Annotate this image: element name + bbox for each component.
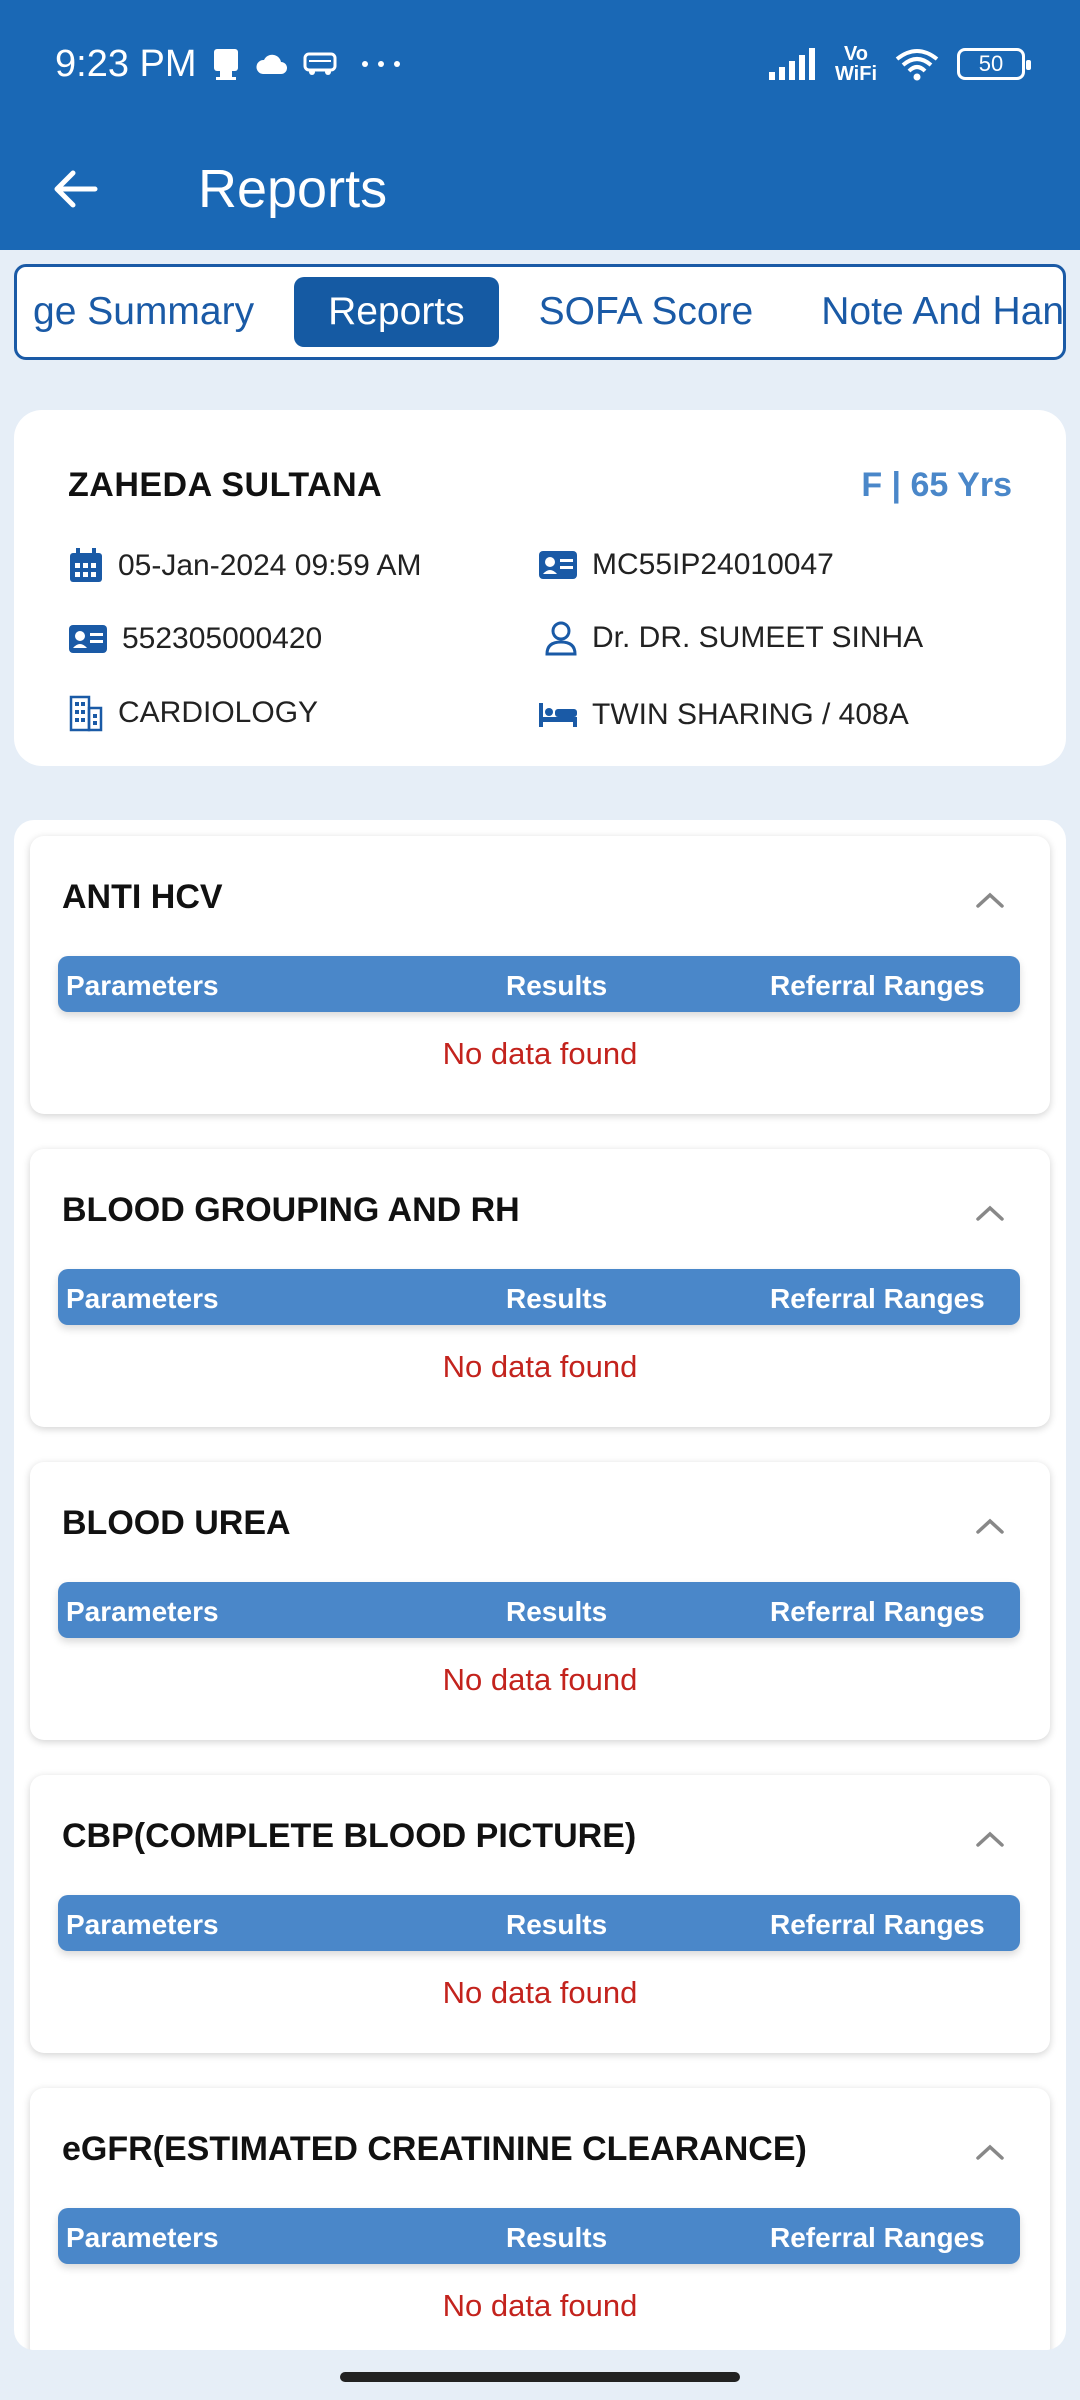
tab-note-and-handover[interactable]: Note And Hand [787,277,1063,347]
id-card-icon [69,625,107,653]
column-referral-ranges: Referral Ranges [770,1283,985,1314]
ip-number-field: MC55IP24010047 [538,548,834,582]
column-results: Results [506,1596,608,1627]
wifi-icon [895,47,939,81]
report-card-blood-urea: BLOOD UREA Parameters Results Referral R… [30,1462,1050,1740]
back-button[interactable] [30,144,120,234]
column-parameters: Parameters [66,1283,219,1314]
home-indicator[interactable] [340,2372,740,2382]
table-header: Parameters Results Referral Ranges [58,1895,1020,1951]
collapse-chevron-up-icon[interactable] [970,2132,1010,2172]
report-title: eGFR(ESTIMATED CREATININE CLEARANCE) [62,2130,807,2168]
status-bar: 9:23 PM Vo WiFi 50 [0,0,1080,128]
collapse-chevron-up-icon[interactable] [970,1193,1010,1233]
column-results: Results [506,970,608,1001]
tab-bar: ge Summary Reports SOFA Score Note And H… [14,264,1066,360]
bed-icon [539,703,577,727]
tab-reports[interactable]: Reports [294,277,499,347]
uhid-field: 552305000420 [68,622,322,656]
column-results: Results [506,2222,608,2253]
department-field: CARDIOLOGY [68,694,318,732]
tab-discharge-summary[interactable]: ge Summary [17,277,288,347]
column-referral-ranges: Referral Ranges [770,1596,985,1627]
patient-gender-age: F | 65 Yrs [861,466,1012,504]
column-parameters: Parameters [66,970,219,1001]
uhid: 552305000420 [122,622,323,655]
more-dots-icon [361,60,401,68]
collapse-chevron-up-icon[interactable] [970,1819,1010,1859]
patient-info-card: ZAHEDA SULTANA F | 65 Yrs 05-Jan-2024 09… [14,410,1066,766]
patient-name: ZAHEDA SULTANA [68,466,383,504]
bed-field: TWIN SHARING / 408A [538,698,909,732]
collapse-chevron-up-icon[interactable] [970,880,1010,920]
reports-list: ANTI HCV Parameters Results Referral Ran… [14,820,1066,2350]
column-parameters: Parameters [66,1909,219,1940]
signal-icon [768,48,817,80]
table-header: Parameters Results Referral Ranges [58,2208,1020,2264]
column-referral-ranges: Referral Ranges [770,1909,985,1940]
table-header: Parameters Results Referral Ranges [58,1582,1020,1638]
back-arrow-icon [54,170,98,208]
app-bar: Reports [0,128,1080,250]
bus-icon [303,51,337,77]
battery-icon: 50 [957,48,1031,80]
report-card-blood-grouping: BLOOD GROUPING AND RH Parameters Results… [30,1149,1050,1427]
page-title: Reports [198,159,388,219]
empty-state: No data found [442,1036,638,1071]
report-title: CBP(COMPLETE BLOOD PICTURE) [62,1817,637,1855]
admit-date-field: 05-Jan-2024 09:59 AM [68,548,422,584]
column-parameters: Parameters [66,1596,219,1627]
column-referral-ranges: Referral Ranges [770,2222,985,2253]
column-parameters: Parameters [66,2222,219,2253]
empty-state: No data found [442,1662,638,1697]
report-card-anti-hcv: ANTI HCV Parameters Results Referral Ran… [30,836,1050,1114]
column-results: Results [506,1283,608,1314]
hospital-building-icon [69,695,103,732]
tab-sofa-score[interactable]: SOFA Score [505,277,788,347]
report-card-cbp: CBP(COMPLETE BLOOD PICTURE) Parameters R… [30,1775,1050,2053]
person-icon [545,621,577,656]
report-title: BLOOD UREA [62,1504,291,1542]
cloud-icon [255,52,289,76]
bed: TWIN SHARING / 408A [592,698,909,731]
table-header: Parameters Results Referral Ranges [58,1269,1020,1325]
report-title: BLOOD GROUPING AND RH [62,1191,520,1229]
vowifi-indicator: Vo WiFi [834,43,877,85]
id-card-icon [539,551,577,579]
status-time: 9:23 PM [55,42,197,85]
report-card-egfr: eGFR(ESTIMATED CREATININE CLEARANCE) Par… [30,2088,1050,2350]
collapse-chevron-up-icon[interactable] [970,1506,1010,1546]
column-results: Results [506,1909,608,1940]
empty-state: No data found [442,2288,638,2323]
empty-state: No data found [442,1349,638,1384]
table-header: Parameters Results Referral Ranges [58,956,1020,1012]
department: CARDIOLOGY [118,696,319,729]
calendar-icon [70,548,102,582]
top-app-bar: 9:23 PM Vo WiFi 50 Reports [0,0,1080,250]
ip-number: MC55IP24010047 [592,548,834,581]
empty-state: No data found [442,1975,638,2010]
column-referral-ranges: Referral Ranges [770,970,985,1001]
doctor-name: Dr. DR. SUMEET SINHA [592,621,924,654]
report-title: ANTI HCV [62,878,223,916]
doctor-field: Dr. DR. SUMEET SINHA [544,620,923,656]
admit-datetime: 05-Jan-2024 09:59 AM [118,549,422,582]
notification-icon [211,47,241,81]
